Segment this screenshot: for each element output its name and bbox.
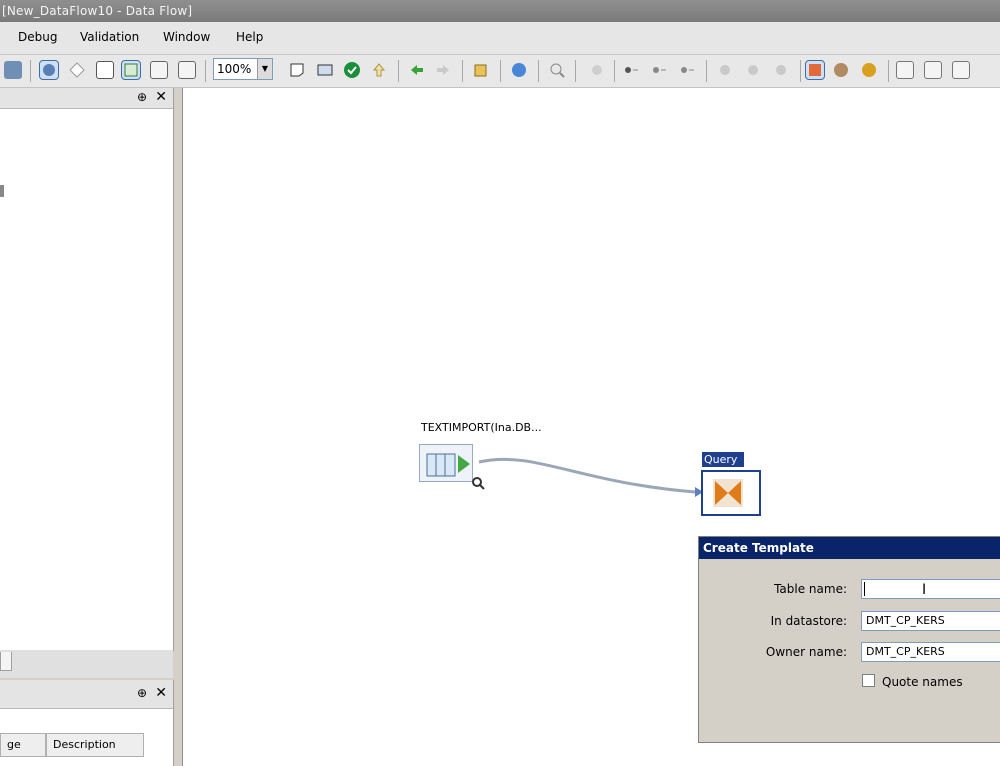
source-file-node[interactable] [419, 444, 473, 482]
quote-names-label[interactable]: Quote names [882, 675, 963, 689]
forward-arrow-icon[interactable] [434, 61, 452, 79]
menu-help[interactable]: Help [236, 30, 263, 44]
run-icon[interactable] [716, 61, 734, 79]
close-icon[interactable]: ✕ [155, 89, 167, 105]
monitor-icon[interactable] [316, 61, 334, 79]
project-icon[interactable] [805, 60, 825, 80]
toolbar-separator [462, 60, 463, 82]
zoom-value: 100% [217, 62, 252, 76]
toolbar-separator [398, 60, 399, 82]
query-transform-icon [713, 479, 743, 507]
toolbar-separator [800, 60, 801, 82]
menu-bar: Debug Validation Window Help [0, 22, 1000, 55]
column-header-description[interactable]: Description [46, 733, 144, 757]
toolbar [0, 55, 1000, 88]
toolbar-separator [614, 60, 615, 82]
zoom-select[interactable]: 100% ▼ [213, 58, 273, 80]
menu-window[interactable]: Window [163, 30, 210, 44]
query-node[interactable] [701, 470, 761, 516]
menu-validation[interactable]: Validation [80, 30, 139, 44]
log-icon[interactable] [896, 61, 914, 79]
pause-icon[interactable] [744, 61, 762, 79]
note-icon[interactable] [288, 61, 306, 79]
panel-tab[interactable] [0, 652, 12, 671]
chevron-down-icon[interactable]: ▼ [257, 59, 272, 79]
central-repo-icon[interactable] [860, 61, 878, 79]
toolbar-separator [30, 60, 31, 82]
table-name-label: Table name: [774, 582, 847, 596]
dialog-title: Create Template [699, 537, 1000, 559]
zoom-icon[interactable] [548, 61, 566, 79]
toolbar-separator [205, 60, 206, 82]
panel-header: ⊕ ✕ [0, 680, 173, 709]
diamond-icon[interactable] [68, 61, 86, 79]
tree-node-fragment[interactable] [0, 185, 4, 197]
toolbar-separator [575, 60, 576, 82]
checklist-icon[interactable] [924, 61, 942, 79]
object-library-panel: ⊕ ✕ [0, 88, 174, 651]
transform-icon[interactable] [178, 61, 196, 79]
datastore-icon[interactable] [4, 61, 22, 79]
create-template-dialog: Create Template Table name: I In datasto… [698, 536, 1000, 743]
file-format-icon [426, 453, 470, 477]
ibeam-cursor-icon: I [922, 582, 927, 598]
table-icon[interactable] [150, 61, 168, 79]
toolbar-separator [500, 60, 501, 82]
window-icon[interactable] [96, 61, 114, 79]
quote-names-checkbox[interactable] [862, 674, 875, 687]
toolbar-separator [888, 60, 889, 82]
table-name-input[interactable]: I [861, 579, 1000, 599]
toolbar-separator [538, 60, 539, 82]
debug-icon[interactable] [588, 61, 606, 79]
datastore-label: In datastore: [770, 614, 847, 628]
objects-icon[interactable] [472, 61, 490, 79]
pin-icon[interactable]: ⊕ [137, 90, 147, 104]
step-over-icon[interactable] [650, 61, 668, 79]
query-node-label: Query [702, 452, 744, 467]
select-mode-icon[interactable] [39, 60, 59, 80]
window-title-bar: [New_DataFlow10 - Data Flow] [0, 0, 1000, 22]
panel-tab-strip [0, 650, 173, 678]
template-table-icon[interactable] [121, 60, 141, 80]
validate-check-icon[interactable] [343, 61, 361, 79]
window-title: [New_DataFlow10 - Data Flow] [2, 4, 193, 18]
help-icon[interactable] [510, 61, 528, 79]
repository-icon[interactable] [832, 61, 850, 79]
grid-icon[interactable] [952, 61, 970, 79]
pin-icon[interactable]: ⊕ [137, 686, 147, 700]
owner-name-label: Owner name: [765, 645, 847, 659]
connector-line[interactable] [475, 452, 735, 512]
breakpoint-icon[interactable] [622, 61, 640, 79]
datastore-select[interactable]: DMT_CP_KERS [861, 611, 1000, 631]
panel-header: ⊕ ✕ [0, 88, 173, 109]
step-into-icon[interactable] [678, 61, 696, 79]
toolbar-separator [706, 60, 707, 82]
text-cursor [864, 582, 865, 596]
owner-name-select[interactable]: DMT_CP_KERS [861, 642, 1000, 662]
back-arrow-icon[interactable] [408, 61, 426, 79]
output-panel: ⊕ ✕ ge Description [0, 680, 174, 766]
go-up-icon[interactable] [370, 61, 388, 79]
source-node-label: TEXTIMPORT(Ina.DB... [421, 421, 542, 434]
stop-icon[interactable] [772, 61, 790, 79]
close-icon[interactable]: ✕ [155, 685, 167, 701]
column-header[interactable]: ge [0, 733, 46, 757]
menu-debug[interactable]: Debug [18, 30, 57, 44]
